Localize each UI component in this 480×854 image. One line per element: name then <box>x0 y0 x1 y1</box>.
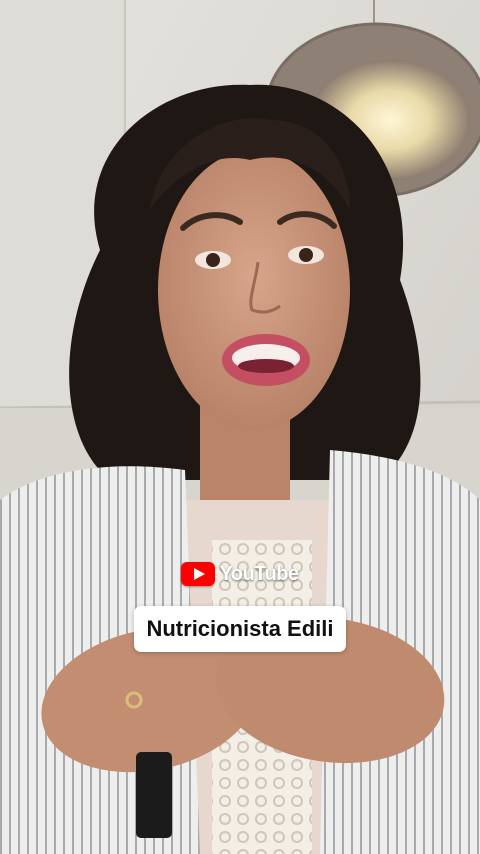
shorts-video-screen: YouTube Nutricionista Edili <box>0 0 480 854</box>
youtube-play-icon <box>181 562 216 586</box>
channel-name: Nutricionista Edili <box>146 616 334 641</box>
youtube-watermark: YouTube <box>0 562 480 586</box>
video-still <box>0 0 480 854</box>
channel-name-label: Nutricionista Edili <box>0 606 480 652</box>
channel-name-pill: Nutricionista Edili <box>134 606 346 652</box>
youtube-wordmark: YouTube <box>219 562 299 585</box>
video-frame[interactable] <box>0 0 480 854</box>
